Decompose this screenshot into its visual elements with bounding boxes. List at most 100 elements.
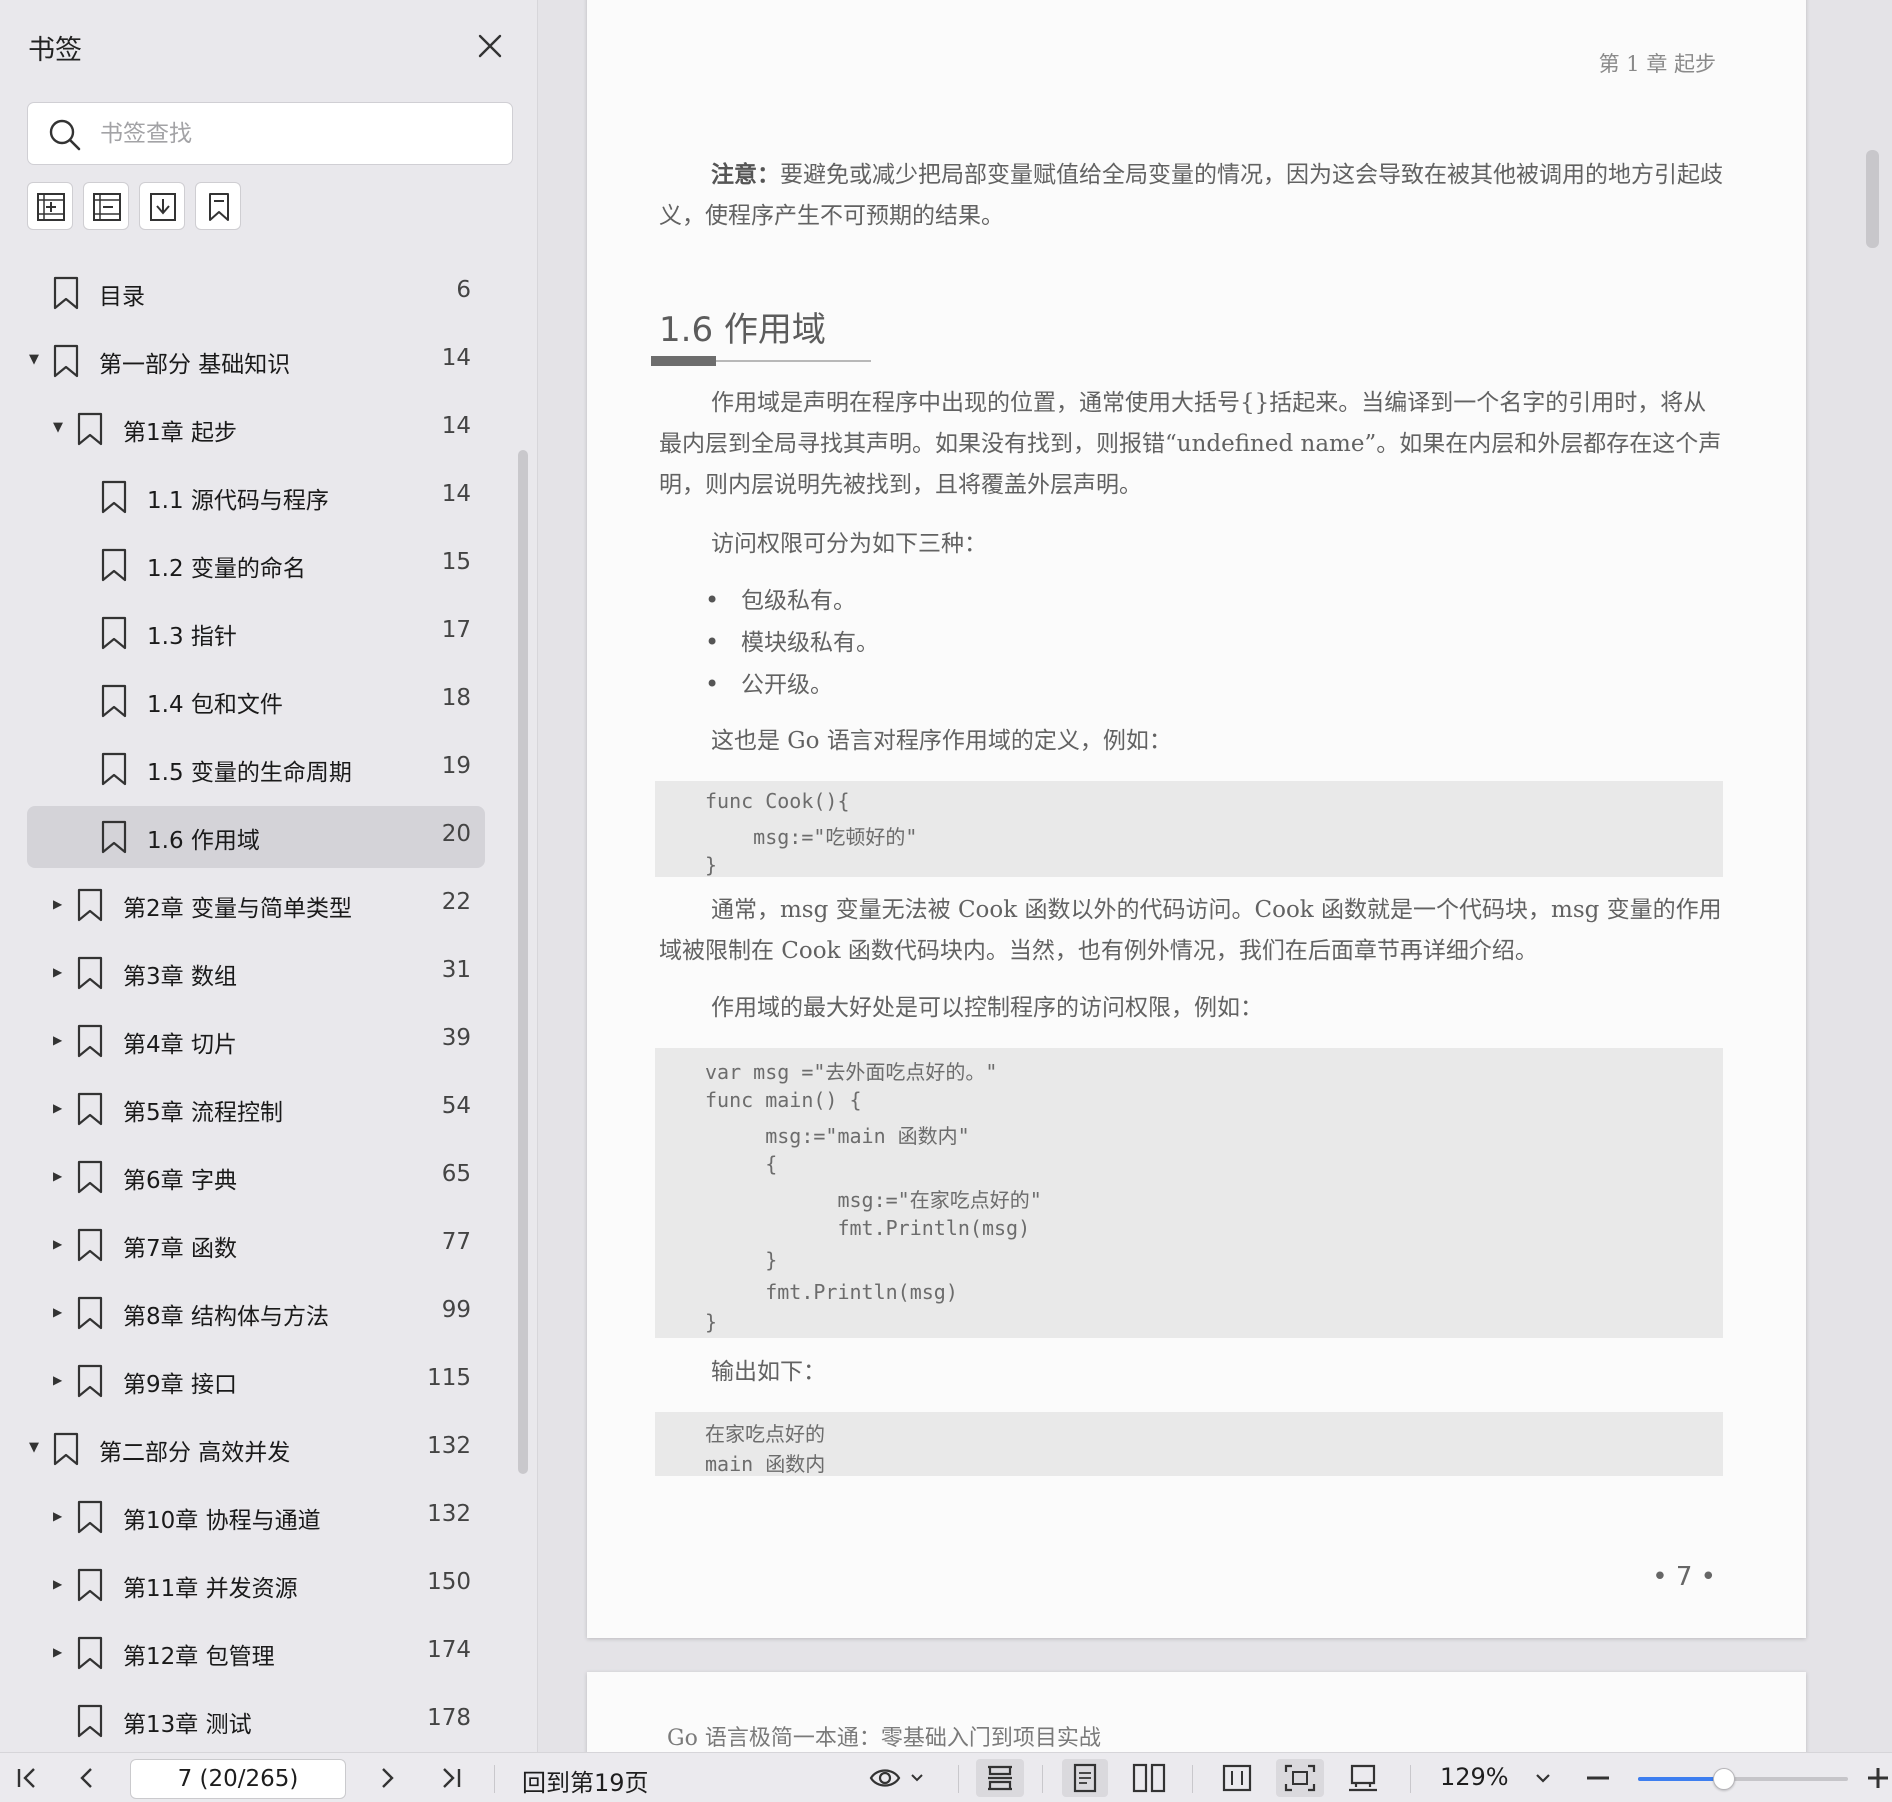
bookmark-item[interactable]: ▶ 第11章 并发资源 150: [27, 1554, 485, 1616]
code-line: }: [705, 1248, 778, 1272]
zoom-level[interactable]: 129%: [1440, 1763, 1509, 1791]
bookmark-item[interactable]: ▶ 第6章 字典 65: [27, 1146, 485, 1208]
bookmark-item[interactable]: ▶ 第7章 函数 77: [27, 1214, 485, 1276]
bookmark-label: 第11章 并发资源: [123, 1576, 298, 1602]
collapsed-arrow-icon[interactable]: ▶: [53, 1574, 71, 1594]
bookmark-search-input[interactable]: [100, 113, 500, 155]
bookmark-icon: [99, 616, 129, 650]
outline-button[interactable]: [83, 182, 129, 230]
stamp-icon[interactable]: [1340, 1759, 1386, 1797]
collapsed-arrow-icon[interactable]: ▶: [53, 894, 71, 914]
collapsed-arrow-icon[interactable]: ▶: [53, 1234, 71, 1254]
bookmark-item[interactable]: ▶ 第8章 结构体与方法 99: [27, 1282, 485, 1344]
bookmark-item[interactable]: 1.3 指针 17: [27, 602, 485, 664]
bookmark-icon: [75, 956, 105, 990]
toolbar-divider: [1042, 1765, 1043, 1793]
collapsed-arrow-icon[interactable]: ▶: [53, 1166, 71, 1186]
bookmark-label: 第二部分 高效并发: [99, 1440, 291, 1466]
bookmark-item[interactable]: ▶ 第4章 切片 39: [27, 1010, 485, 1072]
bookmark-add-button[interactable]: [195, 182, 241, 230]
bookmark-expand-button[interactable]: [139, 182, 185, 230]
bookmark-label: 第10章 协程与通道: [123, 1508, 321, 1534]
bookmark-page: 77: [441, 1229, 471, 1255]
bookmark-item[interactable]: 1.6 作用域 20: [27, 806, 485, 868]
collapsed-arrow-icon[interactable]: ▶: [53, 962, 71, 982]
paragraph: 访问权限可分为如下三种：: [711, 531, 987, 557]
back-to-page-button[interactable]: 回到第19页: [522, 1763, 649, 1798]
note-label: 注意：: [711, 161, 780, 188]
code-line: main 函数内: [705, 1452, 826, 1476]
bookmark-page: 14: [441, 413, 471, 439]
bookmark-icon: [51, 1432, 81, 1466]
bookmark-item[interactable]: ▶ 第2章 变量与简单类型 22: [27, 874, 485, 936]
document-view: 第 1 章 起步 注意：要避免或减少把局部变量赋值给全局变量的情况，因为这会导致…: [539, 0, 1892, 1752]
bookmark-item[interactable]: ▶ 第10章 协程与通道 132: [27, 1486, 485, 1548]
bookmark-item[interactable]: ▼ 第1章 起步 14: [27, 398, 485, 460]
sidebar-scrollbar[interactable]: [518, 450, 528, 1474]
fit-page-icon[interactable]: [1276, 1759, 1324, 1797]
bookmark-item[interactable]: ▼ 第二部分 高效并发 132: [27, 1418, 485, 1480]
bookmark-item[interactable]: ▶ 第5章 流程控制 54: [27, 1078, 485, 1140]
bookmark-page: 54: [441, 1093, 471, 1119]
page-number-input[interactable]: [130, 1759, 346, 1799]
collapsed-arrow-icon[interactable]: ▶: [53, 1098, 71, 1118]
single-page-icon[interactable]: [1062, 1759, 1108, 1797]
bookmark-item[interactable]: 第13章 测试 178: [27, 1690, 485, 1752]
zoom-out-icon[interactable]: [1582, 1759, 1614, 1797]
bookmark-item[interactable]: 1.4 包和文件 18: [27, 670, 485, 732]
bookmark-label: 第3章 数组: [123, 964, 237, 990]
document-scrollbar[interactable]: [1866, 150, 1879, 248]
bookmark-item[interactable]: ▶ 第12章 包管理 174: [27, 1622, 485, 1684]
continuous-scroll-icon[interactable]: [976, 1759, 1024, 1797]
collapsed-arrow-icon[interactable]: ▶: [53, 1302, 71, 1322]
chevron-down-icon[interactable]: [1530, 1759, 1556, 1797]
bookmark-icon: [75, 1568, 105, 1602]
expanded-arrow-icon[interactable]: ▼: [53, 418, 71, 438]
bookmark-item[interactable]: 1.5 变量的生命周期 19: [27, 738, 485, 800]
section-title: 1.6 作用域: [659, 310, 826, 350]
bookmark-icon: [75, 1024, 105, 1058]
zoom-in-icon[interactable]: [1862, 1759, 1892, 1797]
expanded-arrow-icon[interactable]: ▼: [29, 1438, 47, 1458]
collapsed-arrow-icon[interactable]: ▶: [53, 1642, 71, 1662]
close-icon[interactable]: [472, 28, 508, 64]
first-page-icon[interactable]: [12, 1759, 42, 1797]
bookmark-item[interactable]: 1.1 源代码与程序 14: [27, 466, 485, 528]
two-page-icon[interactable]: [1126, 1759, 1172, 1797]
bookmark-page: 178: [427, 1705, 471, 1731]
previous-page-icon[interactable]: [72, 1759, 102, 1797]
next-page-icon[interactable]: [372, 1759, 402, 1797]
bookmark-item[interactable]: 1.2 变量的命名 15: [27, 534, 485, 596]
note-text: 要避免或减少把局部变量赋值给全局变量的情况，因为这会导致在被其他被调用的地方引起…: [659, 162, 1723, 229]
collapsed-arrow-icon[interactable]: ▶: [53, 1506, 71, 1526]
bookmark-item[interactable]: 目录 6: [27, 262, 485, 324]
bookmark-icon: [75, 1636, 105, 1670]
bookmark-label: 第6章 字典: [123, 1168, 237, 1194]
collapsed-arrow-icon[interactable]: ▶: [53, 1030, 71, 1050]
bookmark-page: 132: [427, 1501, 471, 1527]
bookmark-page: 31: [441, 957, 471, 983]
bookmark-icon: [51, 276, 81, 310]
bookmark-label: 第12章 包管理: [123, 1644, 275, 1670]
code-line: }: [705, 1310, 718, 1334]
bookmark-item[interactable]: ▶ 第9章 接口 115: [27, 1350, 485, 1412]
paragraph: 这也是 Go 语言对程序作用域的定义，例如：: [711, 728, 1172, 754]
bookmark-page: 6: [456, 277, 471, 303]
section-rule-accent: [651, 356, 716, 366]
reading-mode-button[interactable]: [868, 1759, 930, 1797]
bookmark-item[interactable]: ▼ 第一部分 基础知识 14: [27, 330, 485, 392]
last-page-icon[interactable]: [436, 1759, 466, 1797]
bookmark-item[interactable]: ▶ 第3章 数组 31: [27, 942, 485, 1004]
toolbar-divider: [958, 1765, 959, 1793]
bookmark-label: 1.6 作用域: [147, 828, 260, 854]
document-page: Go 语言极简一本通：零基础入门到项目实战: [587, 1672, 1806, 1752]
bookmark-page: 17: [441, 617, 471, 643]
add-bookmark-button[interactable]: [27, 182, 73, 230]
expanded-arrow-icon[interactable]: ▼: [29, 350, 47, 370]
fit-width-icon[interactable]: [1214, 1759, 1260, 1797]
code-line: 在家吃点好的: [705, 1422, 825, 1446]
running-head: Go 语言极简一本通：零基础入门到项目实战: [667, 1726, 1101, 1751]
collapsed-arrow-icon[interactable]: ▶: [53, 1370, 71, 1390]
zoom-slider-handle[interactable]: [1713, 1768, 1735, 1790]
bookmark-label: 第9章 接口: [123, 1372, 237, 1398]
